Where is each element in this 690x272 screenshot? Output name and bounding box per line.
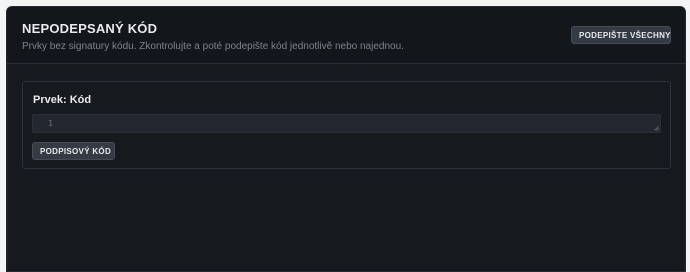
page-subtitle: Prvky bez signatury kódu. Zkontrolujte a… <box>22 41 404 52</box>
sign-code-label: PODPISOVÝ KÓD <box>40 146 112 156</box>
item-card: Prvek: Kód 1 PODPISOVÝ KÓD <box>22 81 671 169</box>
code-editor[interactable]: 1 <box>32 114 661 133</box>
line-number: 1 <box>48 119 53 128</box>
resize-handle-icon[interactable] <box>654 126 659 131</box>
sign-all-label: PODEPIŠTE VŠECHNY <box>579 30 671 40</box>
page-title: NEPODEPSANÝ KÓD <box>22 21 158 36</box>
item-title: Prvek: Kód <box>33 94 92 106</box>
panel-header: NEPODEPSANÝ KÓD Prvky bez signatury kódu… <box>7 7 685 64</box>
code-input[interactable] <box>59 115 660 132</box>
sign-code-button[interactable]: PODPISOVÝ KÓD <box>32 142 115 160</box>
sign-all-button[interactable]: PODEPIŠTE VŠECHNY <box>571 26 671 44</box>
unsigned-code-panel: NEPODEPSANÝ KÓD Prvky bez signatury kódu… <box>6 6 686 272</box>
